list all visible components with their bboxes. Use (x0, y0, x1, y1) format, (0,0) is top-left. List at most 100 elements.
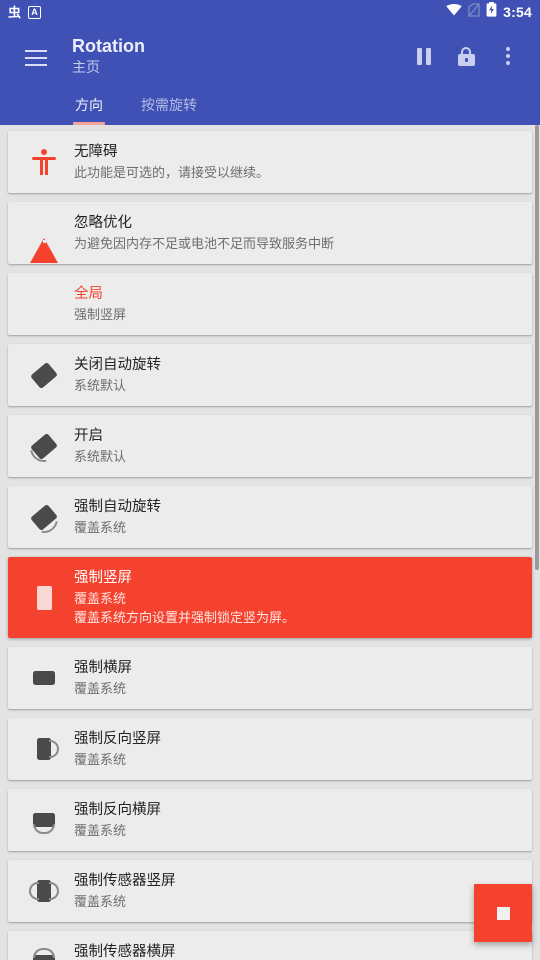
list-item-icon (18, 360, 70, 390)
list-item-title: 无障碍 (74, 144, 118, 160)
list-item-title: 强制反向竖屏 (74, 731, 161, 747)
list-item-title: 强制传感器竖屏 (74, 873, 176, 889)
list-item[interactable]: 无障碍此功能是可选的，请接受以继续。 (8, 131, 532, 193)
app-root: 虫 A 3:54 Rotation 主页 方向 按需旋转 无障碍 此功能是可选的… (0, 0, 540, 960)
list-item-icon (18, 947, 70, 960)
list-item-title: 强制横屏 (74, 660, 132, 676)
page-subtitle: 主页 (72, 59, 100, 75)
reverse-landscape-icon (29, 805, 59, 835)
list-item-text: 关闭自动旋转 系统默认 (70, 355, 522, 395)
sensor-landscape-icon (29, 947, 59, 960)
list-item-icon (18, 805, 70, 835)
list-item-text: 开启 系统默认 (70, 426, 522, 466)
list-item-subtitle: 系统默认 (74, 378, 127, 393)
list-item-subtitle: 覆盖系统 (74, 591, 127, 606)
pause-button[interactable] (406, 38, 442, 74)
stop-service-fab[interactable] (474, 884, 532, 942)
list-item[interactable]: 关闭自动旋转 系统默认 (8, 344, 532, 406)
hamburger-menu-icon[interactable] (14, 36, 58, 80)
wifi-icon (446, 3, 462, 21)
list-item[interactable]: 强制反向横屏 覆盖系统 (8, 789, 532, 851)
list-item-title: 强制竖屏 (74, 570, 132, 586)
sensor-portrait-icon (29, 876, 59, 906)
reverse-portrait-icon (29, 734, 59, 764)
page-title: Rotation (72, 36, 145, 56)
list-item-text: 强制传感器横屏覆盖系统 (70, 942, 522, 960)
stop-icon (496, 906, 510, 920)
list-scrollbar[interactable] (535, 125, 539, 570)
list-item-icon (18, 734, 70, 764)
list-item[interactable]: 开启 系统默认 (8, 415, 532, 477)
list-item-subtitle: 强制竖屏 (74, 307, 127, 322)
list-item-icon (18, 663, 70, 693)
status-bar: 虫 A 3:54 (0, 0, 540, 24)
list-item-text: 无障碍此功能是可选的，请接受以继续。 (70, 142, 522, 182)
list-item-icon (18, 428, 70, 468)
list-item-text: 全局 强制竖屏 (70, 284, 522, 324)
list-item[interactable]: 强制传感器横屏覆盖系统 (8, 931, 532, 960)
list-item[interactable]: 强制横屏 覆盖系统 (8, 647, 532, 709)
tab-bar: 方向 按需旋转 (0, 84, 540, 125)
keyboard-language-icon: A (28, 5, 42, 19)
list-item-text: 强制竖屏覆盖系统覆盖系统方向设置并强制锁定竖为屏。 (70, 568, 522, 627)
status-bar-right-icons: 3:54 (446, 2, 532, 22)
list-item[interactable]: 强制反向竖屏 覆盖系统 (8, 718, 532, 780)
list-item-title: 开启 (74, 428, 103, 444)
list-item-icon (18, 585, 70, 610)
rotation-force-auto-icon (24, 499, 64, 539)
lock-icon (457, 46, 475, 66)
status-bar-left-icons: 虫 A (8, 4, 42, 20)
list-item-subtitle: 为避免因内存不足或电池不足而导致服务中断 (74, 236, 335, 251)
list-item-detail: 覆盖系统方向设置并强制锁定竖为屏。 (74, 610, 296, 625)
list-item-title: 全局 (74, 286, 103, 302)
status-bar-clock: 3:54 (503, 4, 532, 20)
list-item[interactable]: 强制传感器竖屏 覆盖系统 (8, 860, 532, 922)
list-item-subtitle: 覆盖系统 (74, 752, 127, 767)
lock-button[interactable] (448, 38, 484, 74)
list-item-subtitle: 覆盖系统 (74, 894, 127, 909)
pause-icon (417, 47, 431, 65)
list-item-text: 强制传感器竖屏 覆盖系统 (70, 871, 522, 911)
warning-icon (30, 220, 58, 263)
orientation-list[interactable]: 无障碍此功能是可选的，请接受以继续。 忽略优化为避免因内存不足或电池不足而导致服务… (0, 125, 540, 960)
toolbar-titles: Rotation 主页 (72, 34, 406, 77)
list-item-subtitle: 覆盖系统 (74, 520, 127, 535)
list-item-subtitle: 覆盖系统 (74, 823, 127, 838)
list-item-title: 关闭自动旋转 (74, 357, 161, 373)
portrait-icon (36, 585, 52, 610)
list-item-icon (18, 499, 70, 539)
list-item-subtitle: 覆盖系统 (74, 681, 127, 696)
rotation-on-icon (24, 428, 64, 468)
battery-charging-icon (486, 2, 497, 22)
list-item-subtitle: 系统默认 (74, 449, 127, 464)
list-item-icon (18, 220, 70, 263)
tab-per-app-rotation[interactable]: 按需旋转 (131, 84, 207, 125)
tab-orientation[interactable]: 方向 (65, 84, 113, 125)
rotation-off-icon (29, 360, 59, 390)
app-toolbar: Rotation 主页 方向 按需旋转 (0, 24, 540, 125)
tab-per-app-rotation-label: 按需旋转 (141, 96, 197, 113)
list-item[interactable]: 忽略优化为避免因内存不足或电池不足而导致服务中断 (8, 202, 532, 264)
list-item-text: 强制反向横屏 覆盖系统 (70, 800, 522, 840)
list-item-text: 强制横屏 覆盖系统 (70, 658, 522, 698)
app-notification-icon: 虫 (8, 4, 22, 20)
list-item[interactable]: 全局 强制竖屏 (8, 273, 532, 335)
list-item-icon (18, 149, 70, 175)
landscape-icon (29, 663, 59, 693)
list-item[interactable]: 强制竖屏覆盖系统覆盖系统方向设置并强制锁定竖为屏。 (8, 557, 532, 638)
overflow-button[interactable] (490, 38, 526, 74)
more-vert-icon (506, 47, 510, 65)
list-item-text: 强制自动旋转 覆盖系统 (70, 497, 522, 537)
no-sim-icon (468, 2, 480, 22)
tab-orientation-label: 方向 (75, 96, 103, 113)
list-item-title: 忽略优化 (74, 215, 132, 231)
accessibility-icon (32, 149, 56, 175)
list-item[interactable]: 强制自动旋转 覆盖系统 (8, 486, 532, 548)
list-item-text: 忽略优化为避免因内存不足或电池不足而导致服务中断 (70, 213, 522, 253)
list-item-title: 强制传感器横屏 (74, 944, 176, 960)
list-item-title: 强制自动旋转 (74, 499, 161, 515)
toolbar-actions (406, 38, 526, 74)
list-item-subtitle: 此功能是可选的，请接受以继续。 (74, 165, 270, 180)
list-item-text: 强制反向竖屏 覆盖系统 (70, 729, 522, 769)
list-item-title: 强制反向横屏 (74, 802, 161, 818)
